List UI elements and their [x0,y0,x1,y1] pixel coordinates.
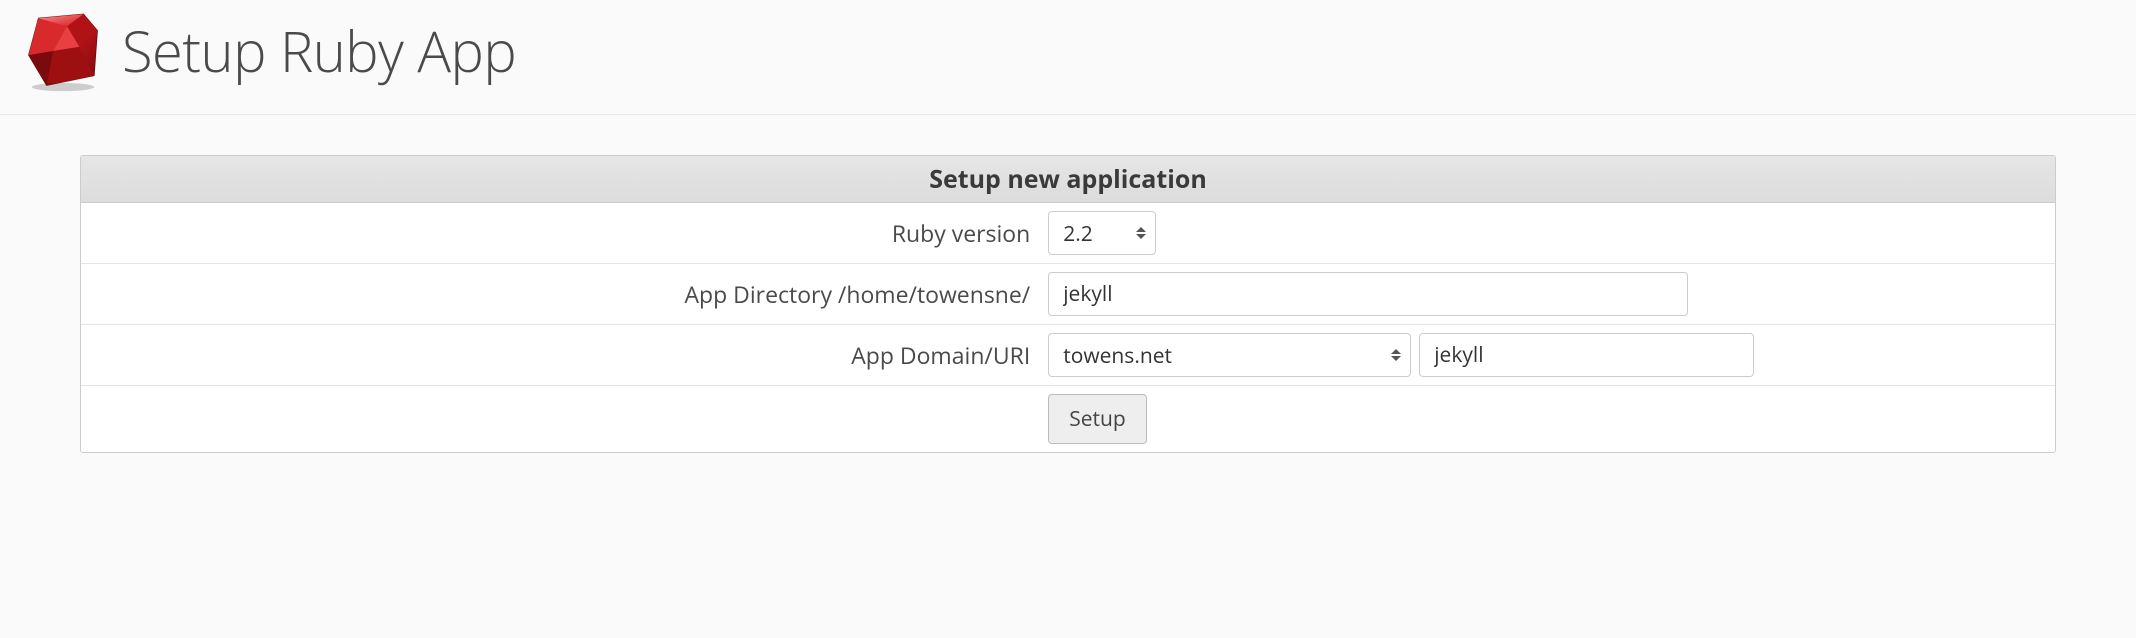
setup-panel: Setup new application Ruby version 2.2 A… [80,155,2056,453]
app-directory-label: App Directory /home/towensne/ [81,278,1048,310]
content-area: Setup new application Ruby version 2.2 A… [0,115,2136,473]
app-domain-label: App Domain/URI [81,339,1048,371]
row-app-directory: App Directory /home/towensne/ [81,264,2055,325]
ruby-icon [22,10,104,92]
row-submit: Setup [81,386,2055,452]
row-ruby-version: Ruby version 2.2 [81,203,2055,264]
ruby-version-select[interactable]: 2.2 [1048,211,1156,255]
app-directory-input[interactable] [1048,272,1688,316]
row-app-domain: App Domain/URI towens.net [81,325,2055,386]
app-uri-input[interactable] [1419,333,1754,377]
panel-title: Setup new application [81,156,2055,203]
app-domain-select[interactable]: towens.net [1048,333,1411,377]
page-header: Setup Ruby App [0,0,2136,115]
page-title: Setup Ruby App [122,13,516,89]
ruby-version-label: Ruby version [81,217,1048,249]
setup-button[interactable]: Setup [1048,394,1147,444]
